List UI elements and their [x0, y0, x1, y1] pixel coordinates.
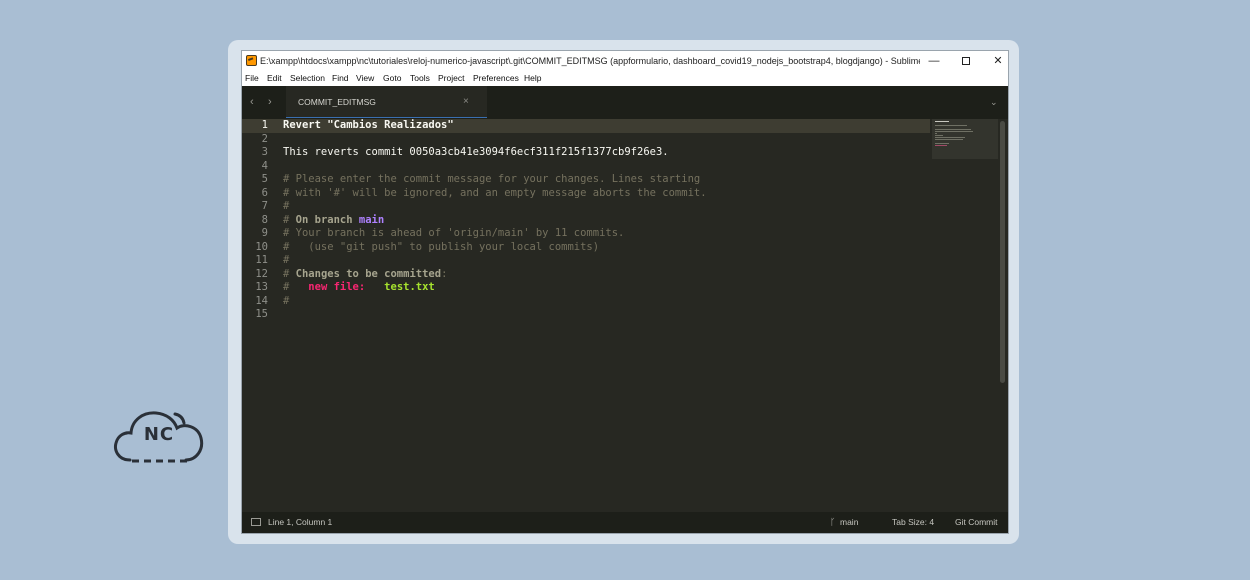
menu-view[interactable]: View: [356, 73, 374, 84]
code-line-3: This reverts commit 0050a3cb41e3094f6ecf…: [283, 146, 669, 158]
tab-close-icon[interactable]: ×: [463, 95, 469, 109]
code-line-8: # On branch main: [283, 214, 384, 228]
line-number: 2: [261, 132, 268, 145]
menu-project[interactable]: Project: [438, 73, 464, 84]
chevron-right-icon[interactable]: ›: [268, 95, 272, 109]
minimap-line: [935, 125, 967, 126]
line-number: 1: [261, 119, 268, 131]
code-line-9: # Your branch is ahead of 'origin/main' …: [283, 227, 625, 239]
line-number: 9: [261, 227, 268, 239]
minimap-line: [935, 139, 963, 140]
maximize-icon: [962, 57, 970, 66]
status-bar: Line 1, Column 1 ᚴ main Tab Size: 4 Git …: [242, 512, 1008, 533]
minimap-line: [935, 121, 949, 122]
line-number: 8: [261, 213, 268, 226]
heading-colon: :: [441, 267, 448, 280]
cursor-position: Line 1, Column 1: [268, 517, 333, 527]
menu-edit[interactable]: Edit: [267, 73, 282, 84]
maximize-button[interactable]: [950, 51, 982, 71]
tab-size[interactable]: Tab Size: 4: [892, 517, 934, 528]
line-number: 3: [261, 146, 268, 158]
line-number-gutter: 1 2 3 4 5 6 7 8 9 10 11 12 13 14 15: [242, 119, 279, 512]
minimap[interactable]: [932, 119, 998, 159]
line-number: 13: [255, 281, 268, 293]
minimize-button[interactable]: —: [918, 51, 950, 71]
code-line-14: #: [283, 294, 290, 307]
code-line-13: # new file: test.txt: [283, 281, 435, 295]
menu-bar: File Edit Selection Find View Goto Tools…: [242, 71, 1008, 86]
nc-cloud-logo: NC: [112, 404, 206, 468]
line-number: 12: [255, 267, 268, 280]
menu-tools[interactable]: Tools: [410, 73, 430, 84]
comment-hash: #: [283, 267, 296, 280]
code-line-7: #: [283, 200, 290, 212]
menu-goto[interactable]: Goto: [383, 73, 401, 84]
minimap-line: [935, 133, 937, 134]
comment-hash: #: [283, 213, 296, 226]
git-branch-icon: ᚴ: [830, 517, 836, 527]
minimap-line: [935, 145, 947, 146]
chevron-down-icon[interactable]: ⌄: [990, 95, 998, 109]
line-number: 4: [261, 159, 268, 172]
line-number: 5: [261, 173, 268, 185]
line-number: 14: [255, 294, 268, 307]
code-line-12: # Changes to be committed:: [283, 268, 447, 282]
code-line-1: Revert "Cambios Realizados": [283, 119, 454, 131]
chevron-left-icon[interactable]: ‹: [250, 95, 254, 109]
tab-bar: ‹ › COMMIT_EDITMSG × ⌄: [242, 86, 1008, 119]
code-editor[interactable]: 1 2 3 4 5 6 7 8 9 10 11 12 13 14 15 Reve…: [242, 119, 1008, 512]
changes-heading: Changes to be committed: [295, 267, 442, 280]
panel-toggle-icon[interactable]: [251, 518, 261, 526]
menu-help[interactable]: Help: [524, 73, 541, 84]
line-number: 7: [261, 200, 268, 212]
on-branch-label: On branch: [295, 213, 359, 226]
git-branch[interactable]: main: [840, 517, 858, 528]
minimap-line: [935, 135, 943, 136]
minimap-line: [935, 137, 965, 138]
comment-hash: #: [283, 281, 309, 293]
line-number: 6: [261, 186, 268, 199]
code-line-11: #: [283, 254, 290, 266]
menu-selection[interactable]: Selection: [290, 73, 325, 84]
new-file-label: new file:: [308, 281, 366, 293]
logo-text: NC: [143, 424, 175, 445]
line-number: 15: [255, 308, 268, 320]
syntax-selector[interactable]: Git Commit: [955, 517, 998, 528]
close-button[interactable]: ✕: [982, 51, 1008, 71]
window-title: E:\xampp\htdocs\xampp\nc\tutoriales\relo…: [260, 56, 920, 66]
minimap-line: [935, 131, 973, 132]
code-line-10: # (use "git push" to publish your local …: [283, 240, 600, 253]
title-bar: E:\xampp\htdocs\xampp\nc\tutoriales\relo…: [242, 51, 1008, 71]
file-name: test.txt: [384, 281, 435, 293]
vertical-scrollbar[interactable]: [1000, 121, 1005, 383]
minimap-line: [935, 143, 949, 144]
line-number: 10: [255, 240, 268, 253]
tab-commit-editmsg[interactable]: COMMIT_EDITMSG ×: [286, 86, 487, 118]
tab-label: COMMIT_EDITMSG: [298, 97, 376, 107]
minimap-line: [935, 129, 971, 130]
line-number: 11: [255, 254, 268, 266]
menu-file[interactable]: File: [245, 73, 259, 84]
sublime-window: E:\xampp\htdocs\xampp\nc\tutoriales\relo…: [241, 50, 1009, 534]
menu-preferences[interactable]: Preferences: [473, 73, 519, 84]
code-line-6: # with '#' will be ignored, and an empty…: [283, 186, 707, 199]
code-line-5: # Please enter the commit message for yo…: [283, 173, 701, 185]
menu-find[interactable]: Find: [332, 73, 349, 84]
sublime-app-icon: [246, 55, 257, 66]
branch-name: main: [358, 213, 385, 226]
